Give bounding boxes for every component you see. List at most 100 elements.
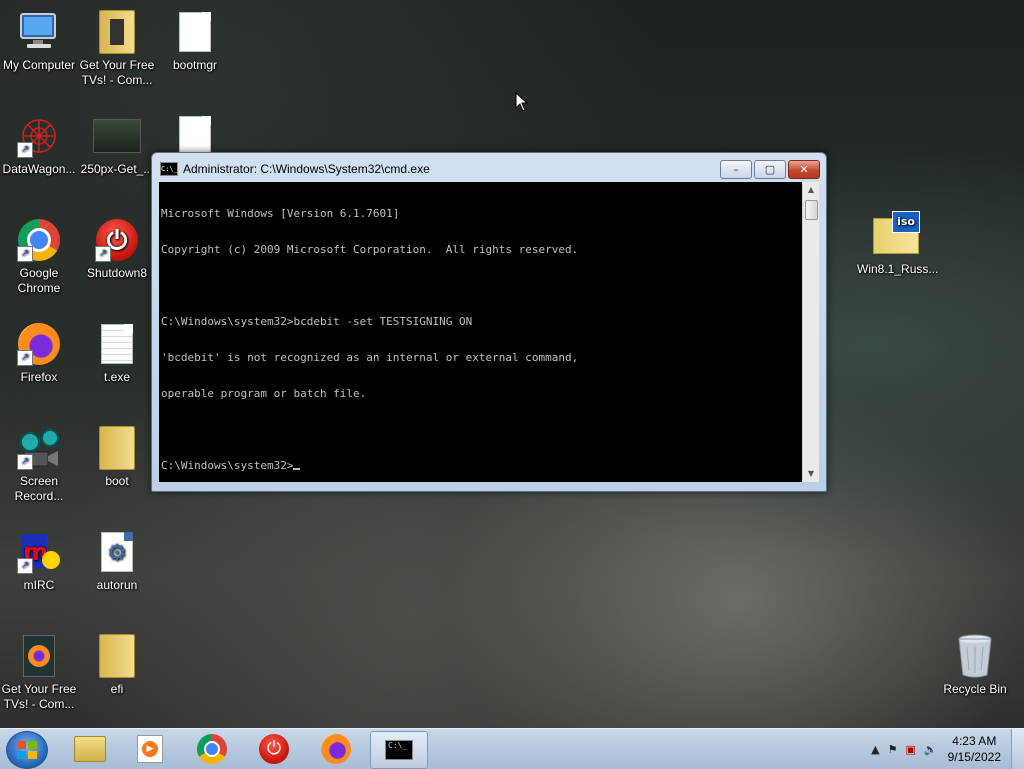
close-button[interactable]: ✕ (788, 160, 820, 179)
console-line: Microsoft Windows [Version 6.1.7601] (161, 207, 400, 220)
desktop-icon-label: Get Your Free TVs! - Com... (1, 682, 77, 711)
desktop-icon-datawagon[interactable]: ↗ DataWagon... (0, 112, 78, 177)
firefox-icon: ↗ (15, 320, 63, 368)
shortcut-arrow-icon: ↗ (17, 558, 33, 574)
file-icon (93, 320, 141, 368)
cmd-window[interactable]: C:\_ Administrator: C:\Windows\System32\… (151, 152, 827, 492)
folder-icon (93, 424, 141, 472)
desktop-icon-efi[interactable]: efi (78, 632, 156, 697)
console-line: operable program or batch file. (161, 387, 367, 400)
explorer-icon (74, 736, 106, 762)
console-output[interactable]: Microsoft Windows [Version 6.1.7601] Cop… (159, 182, 802, 482)
show-hidden-icons-button[interactable]: ▲ (871, 743, 879, 756)
desktop-icon-label: autorun (96, 578, 138, 592)
settings-file-icon: ⚙ (93, 528, 141, 576)
network-icon[interactable]: ▣ (906, 743, 916, 756)
desktop-icon-label: Firefox (20, 370, 58, 384)
scroll-down-icon[interactable]: ▼ (803, 466, 819, 482)
shortcut-arrow-icon: ↗ (17, 246, 33, 262)
chrome-icon: ↗ (15, 216, 63, 264)
desktop-icon-label: t.exe (103, 370, 130, 384)
console-line: Copyright (c) 2009 Microsoft Corporation… (161, 243, 579, 256)
console-line: C:\Windows\system32>bcdebit -set TESTSIG… (161, 315, 473, 328)
console-line: 'bcdebit' is not recognized as an intern… (161, 351, 579, 364)
datawagon-icon: ↗ (15, 112, 63, 160)
desktop-icon-label: Google Chrome (17, 266, 61, 295)
desktop-icon-label: efi (110, 682, 124, 696)
shortcut-arrow-icon: ↗ (95, 246, 111, 262)
desktop-icon-my-computer[interactable]: My Computer (0, 8, 78, 73)
desktop-icon-mirc[interactable]: m ↗ mIRC (0, 528, 78, 593)
show-desktop-button[interactable] (1011, 729, 1024, 769)
desktop-icon-label: Recycle Bin (943, 682, 1007, 696)
desktop-icon-get-free-tvs-folder[interactable]: Get Your Free TVs! - Com... (78, 8, 156, 88)
computer-icon (15, 8, 63, 56)
start-button[interactable] (6, 731, 48, 769)
taskbar-media-player[interactable]: ▶ (122, 731, 178, 767)
clock-time: 4:23 AM (952, 734, 997, 748)
taskbar-shutdown[interactable]: ⏻ (246, 731, 302, 767)
folder-icon (93, 8, 141, 56)
file-icon (171, 8, 219, 56)
desktop-icon-label: Screen Record... (14, 474, 64, 503)
desktop-icon-firefox[interactable]: ↗ Firefox (0, 320, 78, 385)
recycle-bin-icon (951, 632, 999, 680)
media-player-icon: ▶ (137, 735, 163, 763)
power-icon: ⏻ ↗ (93, 216, 141, 264)
shortcut-arrow-icon: ↗ (17, 350, 33, 366)
desktop-icon-boot[interactable]: boot (78, 424, 156, 489)
cmd-title-bar[interactable]: C:\_ Administrator: C:\Windows\System32\… (160, 159, 430, 179)
maximize-button[interactable]: ▢ (754, 160, 786, 179)
cmd-icon: C:\_ (385, 740, 413, 760)
firefox-icon (321, 734, 351, 764)
desktop-icon-shutdown8[interactable]: ⏻ ↗ Shutdown8 (78, 216, 156, 281)
mouse-cursor-icon (515, 92, 529, 112)
desktop-icon-label: DataWagon... (2, 162, 76, 176)
volume-icon[interactable]: 🔊 (924, 743, 938, 756)
action-center-icon[interactable]: ⚑ (888, 743, 898, 756)
desktop-icon-label: Shutdown8 (86, 266, 148, 280)
iso-icon: iso (872, 211, 920, 260)
clock-date: 9/15/2022 (947, 750, 1001, 764)
image-icon (93, 112, 141, 160)
desktop-icon-google-chrome[interactable]: ↗ Google Chrome (0, 216, 78, 296)
minimize-button[interactable]: – (720, 160, 752, 179)
desktop-icon-recycle-bin[interactable]: Recycle Bin (936, 632, 1014, 697)
shortcut-arrow-icon: ↗ (17, 454, 33, 470)
text-cursor (293, 468, 301, 470)
taskbar-chrome[interactable] (184, 731, 240, 767)
mirc-icon: m ↗ (15, 528, 63, 576)
clock[interactable]: 4:23 AM 9/15/2022 (948, 733, 1001, 765)
desktop-icon-label: Get Your Free TVs! - Com... (79, 58, 155, 87)
system-tray: ▲ ⚑ ▣ 🔊 4:23 AM 9/15/2022 (867, 729, 1024, 769)
scroll-up-icon[interactable]: ▲ (803, 182, 819, 198)
desktop-icon-label: 250px-Get_... (80, 162, 154, 176)
desktop: My Computer ↗ DataWagon... ↗ Google Chro… (0, 0, 1024, 728)
cmd-app-icon: C:\_ (160, 162, 178, 176)
desktop-icon-250px-get[interactable]: 250px-Get_... (78, 112, 156, 177)
desktop-icon-label: mIRC (23, 578, 55, 592)
desktop-icon-win81-iso[interactable]: iso Win8.1_Russ... (857, 211, 938, 277)
cmd-title: Administrator: C:\Windows\System32\cmd.e… (183, 162, 430, 176)
folder-icon (93, 632, 141, 680)
taskbar-explorer[interactable] (62, 731, 118, 767)
scroll-thumb[interactable] (805, 200, 818, 220)
desktop-icon-autorun[interactable]: ⚙ autorun (78, 528, 156, 593)
desktop-icon-t-exe[interactable]: t.exe (78, 320, 156, 385)
taskbar: ▶ ⏻ C:\_ ▲ ⚑ ▣ 🔊 4:23 AM 9/15/2022 (0, 728, 1024, 769)
power-icon: ⏻ (259, 734, 289, 764)
desktop-icon-bootmgr[interactable]: bootmgr (156, 8, 234, 73)
desktop-icon-get-free-tvs-file[interactable]: Get Your Free TVs! - Com... (0, 632, 78, 712)
taskbar-cmd[interactable]: C:\_ (370, 731, 428, 769)
desktop-icon-screen-recorder[interactable]: ↗ Screen Record... (0, 424, 78, 504)
shortcut-arrow-icon: ↗ (17, 142, 33, 158)
console-prompt-line[interactable]: C:\Windows\system32> (161, 460, 802, 472)
vertical-scrollbar[interactable]: ▲ ▼ (802, 182, 819, 482)
windows-logo-icon (17, 741, 37, 759)
window-controls: – ▢ ✕ (718, 160, 820, 179)
taskbar-firefox[interactable] (308, 731, 364, 767)
desktop-icon-label: bootmgr (172, 58, 218, 72)
console-prompt: C:\Windows\system32> (161, 459, 294, 472)
